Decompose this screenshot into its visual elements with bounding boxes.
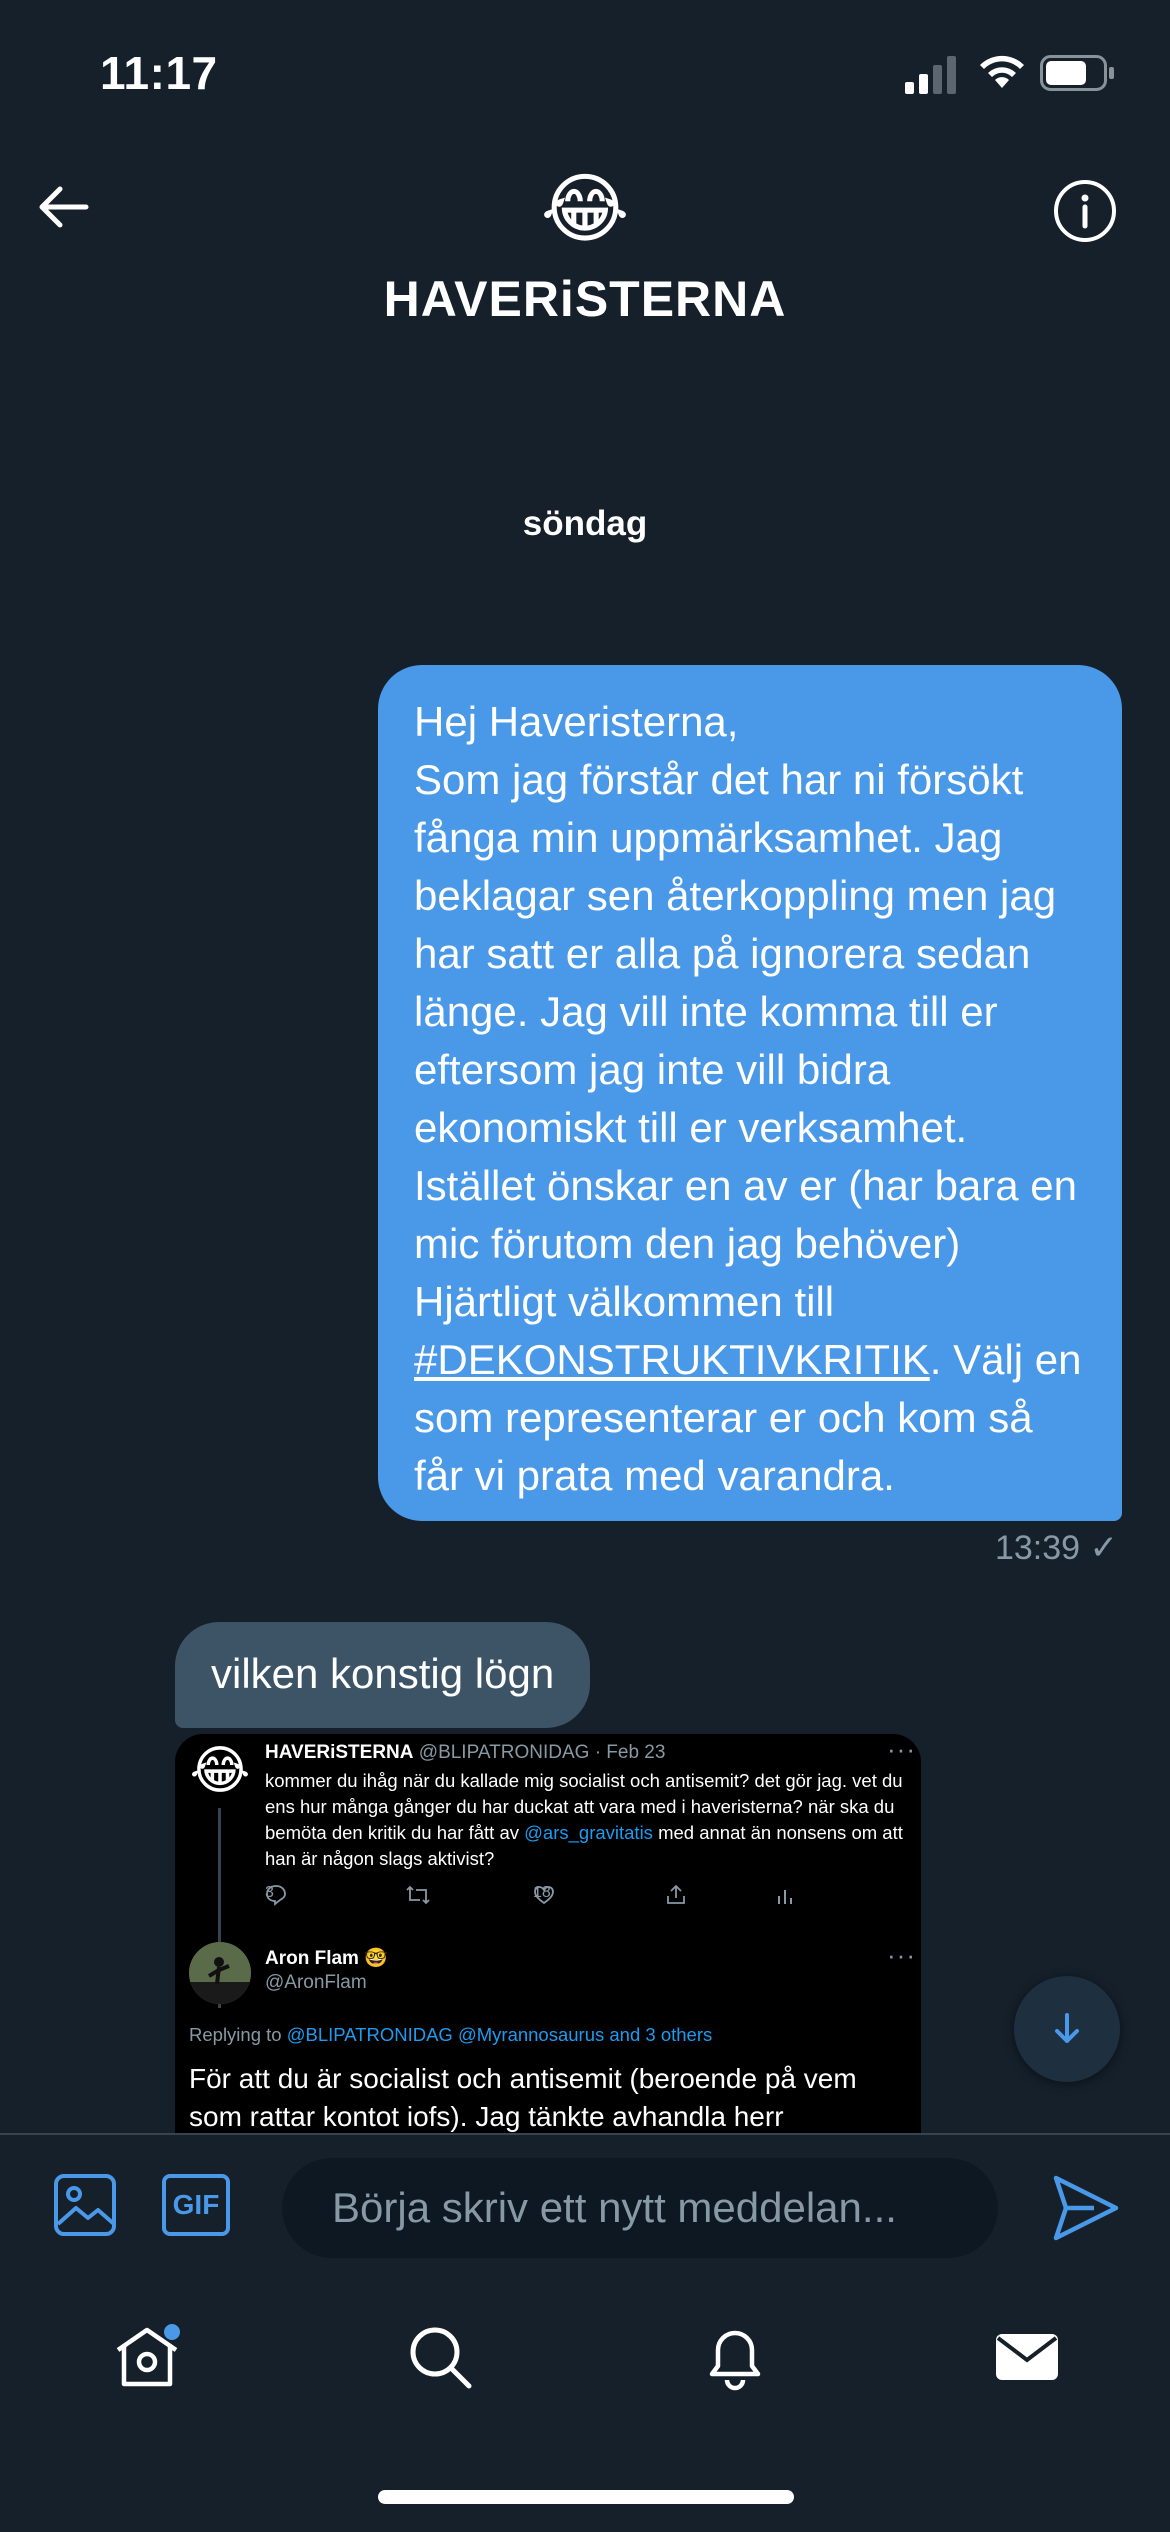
wifi-icon: [980, 55, 1024, 88]
received-message-text: vilken konstig lögn: [211, 1650, 555, 1697]
image-icon[interactable]: [52, 2172, 118, 2238]
replying-to-label: Replying to: [189, 2024, 282, 2045]
reply-author-handle: @AronFlam: [265, 1972, 367, 1993]
message-input[interactable]: [282, 2158, 998, 2258]
like-icon: 18: [533, 1884, 555, 1906]
replying-to-line: Replying to @BLIPATRONIDAG @Myrannosauru…: [189, 2024, 712, 2046]
home-indicator: [378, 2490, 794, 2504]
tweet-action-row: 3 18: [265, 1884, 825, 1916]
analytics-icon: [775, 1884, 795, 1906]
tweet-mention: @ars_gravitatis: [524, 1822, 653, 1843]
sent-time: 13:39: [994, 1529, 1081, 1567]
search-icon[interactable]: [405, 2322, 475, 2392]
messages-envelope-icon[interactable]: [992, 2322, 1062, 2392]
day-separator: söndag: [522, 504, 648, 543]
gif-button[interactable]: GIF: [162, 2174, 230, 2236]
notifications-bell-icon[interactable]: [700, 2322, 770, 2392]
battery-icon: [1040, 55, 1114, 91]
status-time: 11:17: [100, 47, 218, 99]
back-arrow-icon[interactable]: [30, 175, 94, 239]
tweet-header: HAVERiSTERNA @BLIPATRONIDAG · Feb 23: [265, 1742, 665, 1764]
reply-tweet-text: För att du är socialist och antisemit (b…: [189, 2063, 857, 2132]
tweet-author-avatar: 😂: [189, 1742, 251, 1800]
scroll-to-bottom-button[interactable]: [1014, 1976, 1120, 2082]
info-icon[interactable]: [1052, 178, 1118, 244]
tweet-author-name: HAVERiSTERNA: [265, 1742, 414, 1763]
like-count: 18: [533, 1884, 551, 1901]
sent-message-bubble[interactable]: Hej Haveristerna, Som jag förstår det ha…: [378, 665, 1122, 1521]
sent-message-greeting: Hej Haveristerna,: [414, 698, 739, 745]
tweet-text: kommer du ihåg när du kallade mig social…: [265, 1768, 905, 1872]
reply-author-avatar: [189, 1942, 251, 2004]
reply-icon: 3: [265, 1884, 287, 1906]
tweet-date: · Feb 23: [594, 1742, 666, 1763]
sent-checkmark-icon: ✓: [1089, 1529, 1119, 1567]
home-icon[interactable]: [112, 2322, 182, 2392]
reply-count: 3: [265, 1884, 274, 1901]
cellular-signal-icon: [905, 56, 956, 94]
received-message-bubble[interactable]: vilken konstig lögn: [175, 1622, 591, 1728]
hashtag-link[interactable]: #DEKONSTRUKTIVKRITIK: [414, 1336, 930, 1383]
more-options-icon: ···: [887, 1940, 916, 1970]
sent-message-body: Som jag förstår det har ni försökt fånga…: [414, 756, 1078, 1325]
message-timestamp: 13:39 ✓: [995, 1528, 1118, 1568]
share-icon: [665, 1884, 687, 1906]
compose-divider: [0, 2133, 1170, 2135]
group-avatar[interactable]: 😂: [540, 165, 630, 255]
tweet-screenshot-attachment[interactable]: 😂 HAVERiSTERNA @BLIPATRONIDAG · Feb 23 ·…: [175, 1734, 921, 2134]
more-options-icon: ···: [887, 1734, 916, 1764]
retweet-icon: [405, 1884, 431, 1906]
conversation-title[interactable]: HAVERiSTERNA: [0, 270, 1170, 328]
arrow-down-icon: [1055, 2013, 1079, 2043]
reply-author-name: Aron Flam 🤓: [265, 1948, 388, 1969]
tweet-author-handle: @BLIPATRONIDAG: [418, 1742, 590, 1763]
replying-to-handles: @BLIPATRONIDAG @Myrannosaurus and 3 othe…: [286, 2024, 713, 2045]
send-icon[interactable]: [1050, 2172, 1122, 2244]
